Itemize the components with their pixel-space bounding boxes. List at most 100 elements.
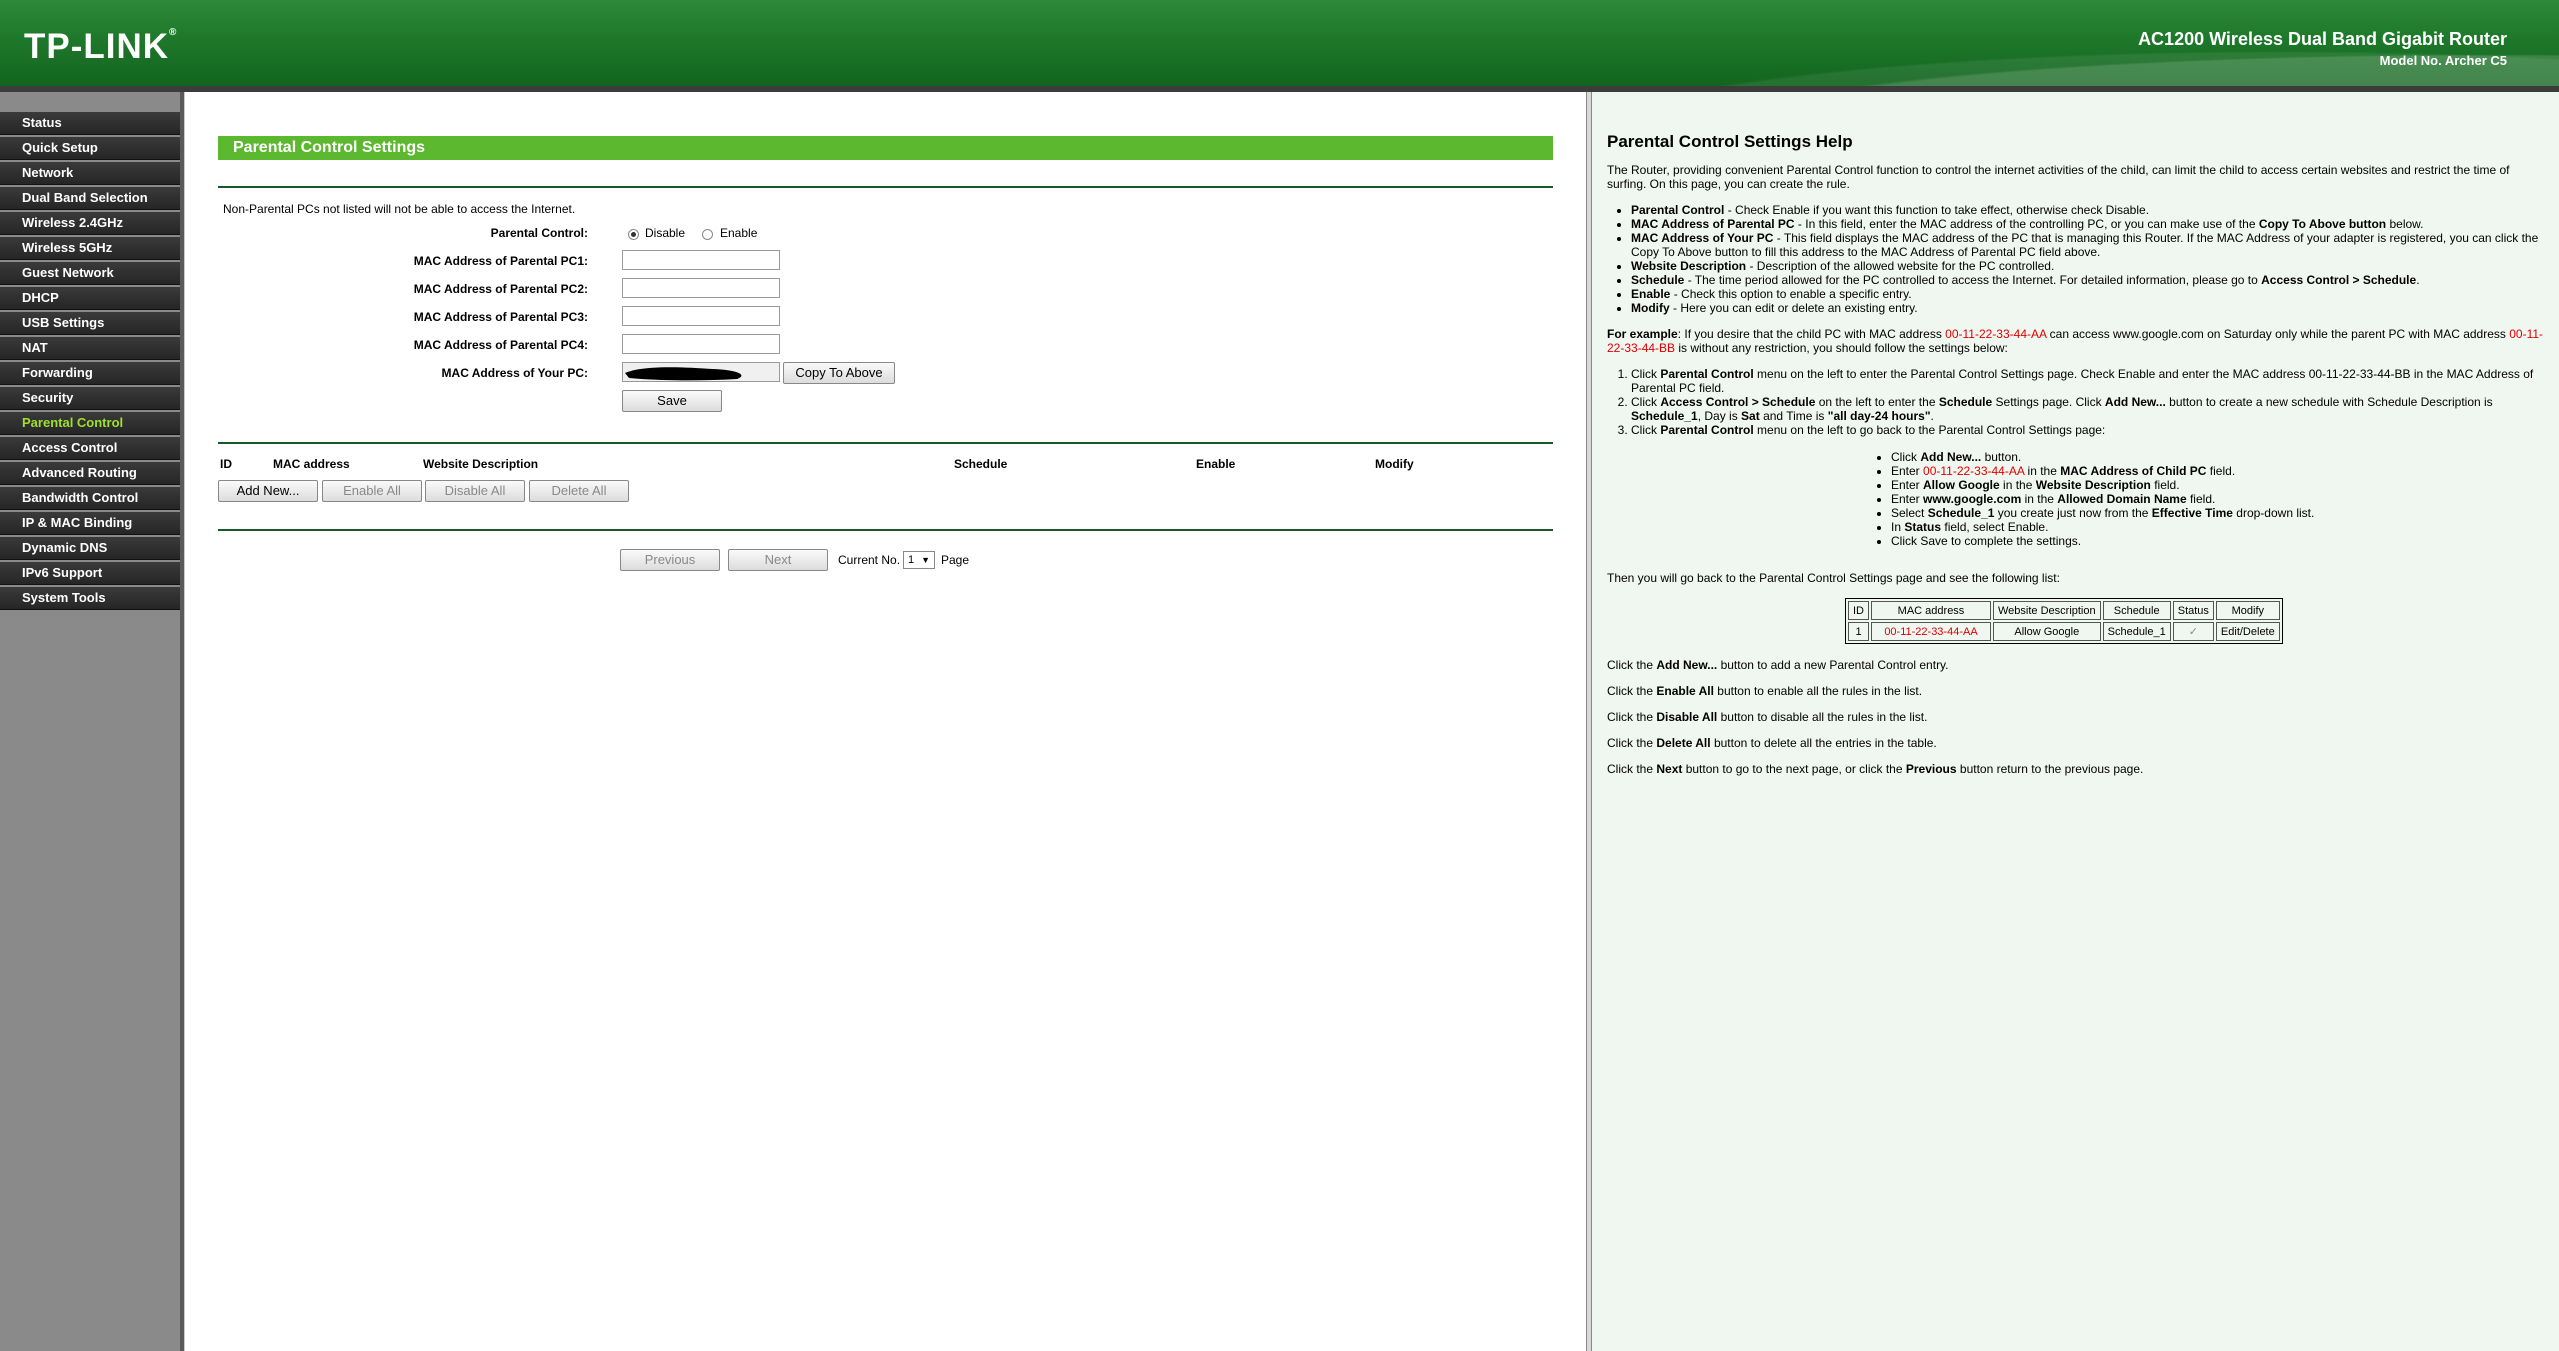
enable-all-button[interactable]: Enable All <box>322 480 422 502</box>
help-panel: Parental Control Settings Help The Route… <box>1592 92 2559 1351</box>
help-substep: Enter www.google.com in the Allowed Doma… <box>1891 492 2517 506</box>
col-modify: Modify <box>1375 457 1414 471</box>
table-cell: Website Description <box>1993 601 2101 620</box>
pc4-label: MAC Address of Parental PC4: <box>413 338 588 352</box>
help-step: Click Parental Control menu on the left … <box>1631 423 2547 437</box>
table-cell: Status <box>2172 601 2214 620</box>
page-title: Parental Control Settings <box>218 136 1553 160</box>
pc4-mac-input[interactable] <box>622 334 780 354</box>
next-button[interactable]: Next <box>728 549 828 571</box>
pc2-mac-input[interactable] <box>622 278 780 298</box>
col-enable: Enable <box>1196 457 1236 471</box>
help-then: Then you will go back to the Parental Co… <box>1607 571 2060 585</box>
sidebar-item-quick-setup[interactable]: Quick Setup <box>0 137 180 160</box>
sidebar-item-dhcp[interactable]: DHCP <box>0 287 180 310</box>
sidebar-item-system-tools[interactable]: System Tools <box>0 587 180 610</box>
notice-text: Non-Parental PCs not listed will not be … <box>223 202 576 216</box>
help-step: Click Access Control > Schedule on the l… <box>1631 395 2547 423</box>
sidebar-item-dual-band-selection[interactable]: Dual Band Selection <box>0 187 180 210</box>
sidebar-item-wireless-2-4ghz[interactable]: Wireless 2.4GHz <box>0 212 180 235</box>
help-item: Modify - Here you can edit or delete an … <box>1631 301 2547 315</box>
add-new-button[interactable]: Add New... <box>218 480 318 502</box>
help-substep: Click Save to complete the settings. <box>1891 534 2517 548</box>
sidebar-item-dynamic-dns[interactable]: Dynamic DNS <box>0 537 180 560</box>
tplink-logo: TP-LINK® <box>24 27 178 66</box>
help-substep: Enter Allow Google in the Website Descri… <box>1891 478 2517 492</box>
help-substep: Enter 00-11-22-33-44-AA in the MAC Addre… <box>1891 464 2517 478</box>
sidebar-item-nat[interactable]: NAT <box>0 337 180 360</box>
section-divider <box>218 442 1553 444</box>
help-example: For example: If you desire that the chil… <box>1607 327 2544 355</box>
page-select[interactable]: 1 ▼ <box>903 551 935 569</box>
pc2-label: MAC Address of Parental PC2: <box>413 282 588 296</box>
help-item: Schedule - The time period allowed for t… <box>1631 273 2547 287</box>
table-cell: MAC address <box>1871 601 1991 620</box>
delete-all-button[interactable]: Delete All <box>529 480 629 502</box>
sidebar-item-bandwidth-control[interactable]: Bandwidth Control <box>0 487 180 510</box>
enable-label: Enable <box>720 226 758 240</box>
product-name: AC1200 Wireless Dual Band Gigabit Router <box>2138 29 2507 49</box>
model-number: Model No. Archer C5 <box>2379 53 2507 68</box>
sidebar-item-security[interactable]: Security <box>0 387 180 410</box>
sidebar-item-ipv6-support[interactable]: IPv6 Support <box>0 562 180 585</box>
pc1-label: MAC Address of Parental PC1: <box>413 254 588 268</box>
table-cell: 1 <box>1848 622 1869 641</box>
disable-label: Disable <box>645 226 686 240</box>
help-example-table: ID MAC address Website Description Sched… <box>1845 598 2283 644</box>
col-mac: MAC address <box>273 457 350 471</box>
pc3-mac-input[interactable] <box>622 306 780 326</box>
help-item: MAC Address of Your PC - This field disp… <box>1631 231 2547 259</box>
parental-control-label: Parental Control: <box>490 226 588 240</box>
table-cell: Schedule <box>2102 601 2171 620</box>
help-item: MAC Address of Parental PC - In this fie… <box>1631 217 2547 231</box>
table-cell: Allow Google <box>1993 622 2101 641</box>
disable-radio[interactable] <box>628 229 639 240</box>
help-field-list: Parental Control - Check Enable if you w… <box>1607 203 2547 315</box>
copy-to-above-button[interactable]: Copy To Above <box>783 362 895 384</box>
table-cell: Schedule_1 <box>2102 622 2171 641</box>
enable-radio[interactable] <box>702 229 713 240</box>
table-cell: Edit/Delete <box>2215 622 2280 641</box>
sidebar-item-guest-network[interactable]: Guest Network <box>0 262 180 285</box>
dropdown-arrow-icon: ▼ <box>921 555 930 565</box>
col-website: Website Description <box>423 457 539 471</box>
help-item: Enable - Check this option to enable a s… <box>1631 287 2547 301</box>
help-intro: The Router, providing convenient Parenta… <box>1607 163 2510 191</box>
sidebar-item-network[interactable]: Network <box>0 162 180 185</box>
sidebar-nav: Status Quick Setup Network Dual Band Select… <box>0 112 180 612</box>
help-step: Click Parental Control menu on the left … <box>1631 367 2547 395</box>
current-no-label: Current No. <box>838 553 901 567</box>
table-cell: Modify <box>2215 601 2280 620</box>
pc3-label: MAC Address of Parental PC3: <box>413 310 588 324</box>
help-footer-add: Click the Add New... button to add a new… <box>1607 658 1949 672</box>
help-footer-disable: Click the Disable All button to disable … <box>1607 710 1928 724</box>
table-header-row: ID MAC address Website Description Sched… <box>1848 601 2280 620</box>
sidebar-item-ip-mac-binding[interactable]: IP & MAC Binding <box>0 512 180 535</box>
section-divider <box>218 186 1553 188</box>
sidebar-item-status[interactable]: Status <box>0 112 180 135</box>
sidebar-item-usb-settings[interactable]: USB Settings <box>0 312 180 335</box>
help-substeps: Click Add New... button. Enter 00-11-22-… <box>1867 450 2517 548</box>
help-substep: Select Schedule_1 you create just now fr… <box>1891 506 2517 520</box>
pc1-mac-input[interactable] <box>622 250 780 270</box>
sidebar-item-advanced-routing[interactable]: Advanced Routing <box>0 462 180 485</box>
help-footer-delete: Click the Delete All button to delete al… <box>1607 736 1937 750</box>
main-panel: Parental Control Settings Non-Parental P… <box>184 92 1587 1351</box>
your-pc-label: MAC Address of Your PC: <box>441 366 588 380</box>
help-footer-nav: Click the Next button to go to the next … <box>1607 762 2144 776</box>
save-button[interactable]: Save <box>622 390 722 412</box>
table-cell: 00-11-22-33-44-AA <box>1871 622 1991 641</box>
sidebar-item-wireless-5ghz[interactable]: Wireless 5GHz <box>0 237 180 260</box>
checkbox-icon: ✓ <box>2172 622 2214 641</box>
sidebar-item-forwarding[interactable]: Forwarding <box>0 362 180 385</box>
table-row: 1 00-11-22-33-44-AA Allow Google Schedul… <box>1848 622 2280 641</box>
disable-all-button[interactable]: Disable All <box>425 480 525 502</box>
header-banner: TP-LINK® AC1200 Wireless Dual Band Gigab… <box>0 0 2559 86</box>
help-footer-enable: Click the Enable All button to enable al… <box>1607 684 1923 698</box>
sidebar-item-access-control[interactable]: Access Control <box>0 437 180 460</box>
previous-button[interactable]: Previous <box>620 549 720 571</box>
sidebar-item-parental-control[interactable]: Parental Control <box>0 412 180 435</box>
page-label: Page <box>941 553 970 567</box>
col-id: ID <box>220 457 232 471</box>
help-item: Parental Control - Check Enable if you w… <box>1631 203 2547 217</box>
